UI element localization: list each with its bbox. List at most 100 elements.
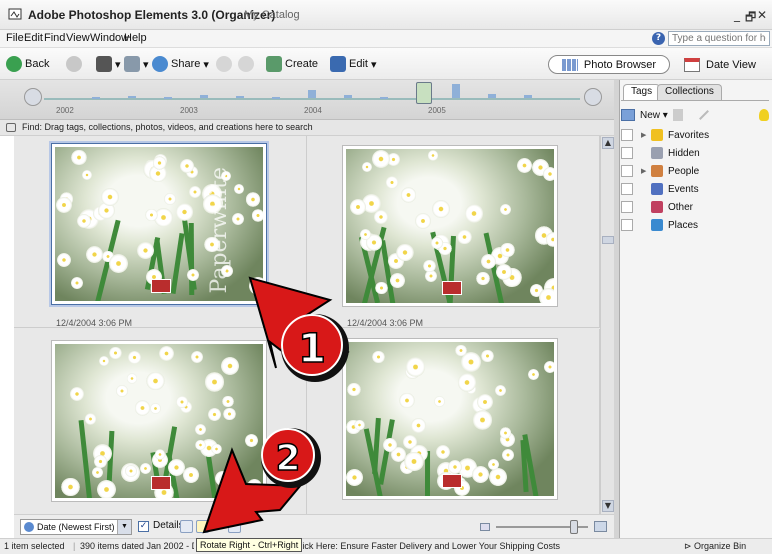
forward-arrow-icon bbox=[66, 56, 82, 72]
timeline-left-button[interactable] bbox=[24, 88, 42, 106]
share-icon bbox=[152, 56, 168, 72]
restore-button[interactable]: 🗗 bbox=[745, 8, 756, 29]
tag-row-places[interactable]: Places bbox=[621, 216, 771, 234]
organize-bin-label: Organize Bin bbox=[694, 541, 747, 551]
sort-order-select[interactable]: Date (Newest First) ▼ bbox=[20, 519, 132, 535]
tag-label: Places bbox=[668, 219, 699, 231]
scroll-thumb[interactable] bbox=[602, 236, 614, 244]
large-thumbnail-icon[interactable] bbox=[594, 521, 607, 532]
timeline-right-button[interactable] bbox=[584, 88, 602, 106]
create-button[interactable]: Create bbox=[266, 55, 318, 73]
tag-badge-icon bbox=[442, 474, 462, 488]
rotate-left-toolbar-button[interactable] bbox=[216, 55, 232, 73]
photo-browser-label: Photo Browser bbox=[583, 58, 657, 71]
find-bar[interactable]: Find: Drag tags, collections, photos, vi… bbox=[0, 120, 614, 136]
date-view-button[interactable]: Date View bbox=[684, 55, 770, 74]
delete-tag-icon[interactable] bbox=[672, 109, 683, 121]
tag-checkbox[interactable] bbox=[621, 147, 633, 159]
rotate-left-button[interactable] bbox=[180, 520, 193, 533]
menu-view[interactable]: View bbox=[66, 32, 90, 44]
timeline-bar bbox=[164, 97, 172, 99]
menu-edit[interactable]: Edit bbox=[24, 32, 43, 44]
rotate-right-toolbar-button[interactable] bbox=[238, 55, 254, 73]
timeline-bar bbox=[92, 97, 100, 99]
photo-cell[interactable] bbox=[14, 329, 307, 514]
selection-count: 1 item selected bbox=[4, 541, 65, 551]
back-label: Back bbox=[25, 58, 50, 70]
lightbulb-icon[interactable] bbox=[759, 109, 769, 121]
tag-row-other[interactable]: Other bbox=[621, 198, 771, 216]
tag-checkbox[interactable] bbox=[621, 219, 633, 231]
photo-browser-button[interactable]: Photo Browser bbox=[548, 55, 670, 74]
organize-bin-button[interactable]: ⊳ Organize Bin bbox=[684, 541, 746, 552]
details-checkbox[interactable]: ✓ bbox=[138, 521, 149, 532]
tag-row-people[interactable]: ▶ People bbox=[621, 162, 771, 180]
edit-icon bbox=[330, 56, 346, 72]
forward-button[interactable] bbox=[66, 55, 82, 73]
tag-row-hidden[interactable]: Hidden bbox=[621, 144, 771, 162]
tag-checkbox[interactable] bbox=[621, 129, 633, 141]
timeline-bar bbox=[452, 84, 460, 98]
camera-icon bbox=[96, 56, 112, 72]
tab-collections[interactable]: Collections bbox=[657, 84, 722, 100]
tag-row-events[interactable]: Events bbox=[621, 180, 771, 198]
new-tag-icon bbox=[621, 109, 635, 121]
edit-button[interactable]: Edit ▾ bbox=[330, 55, 377, 73]
tag-checkbox[interactable] bbox=[621, 201, 633, 213]
photo-thumbnail[interactable]: Paperwhite bbox=[52, 144, 266, 304]
photo-cell[interactable] bbox=[307, 329, 600, 514]
photo-cell[interactable]: 12/4/2004 3:06 PM bbox=[307, 136, 600, 328]
menu-file[interactable]: File bbox=[6, 32, 24, 44]
expand-icon[interactable]: ▶ bbox=[641, 167, 651, 175]
date-view-label: Date View bbox=[706, 58, 756, 71]
tag-label: Hidden bbox=[668, 147, 700, 159]
scroll-up-button[interactable]: ▲ bbox=[602, 137, 614, 149]
photo-caption-overlay: Paperwhite bbox=[207, 167, 232, 294]
photo-thumbnail[interactable] bbox=[52, 341, 266, 501]
camera-button[interactable]: ▾ bbox=[96, 55, 121, 73]
sort-label: Date (Newest First) bbox=[37, 522, 115, 532]
find-instructions: Find: Drag tags, collections, photos, vi… bbox=[22, 122, 313, 132]
photo-thumbnail[interactable] bbox=[343, 146, 557, 306]
timeline-year: 2003 bbox=[180, 106, 198, 115]
menu-bar: File Edit Find View Window Help ? bbox=[0, 30, 772, 48]
catalog-name: My Catalog bbox=[244, 9, 300, 21]
panel-splitter[interactable] bbox=[614, 80, 620, 538]
tag-row-favorites[interactable]: ▶ Favorites bbox=[621, 126, 771, 144]
minimize-button[interactable]: _ bbox=[734, 8, 740, 22]
small-thumbnail-icon[interactable] bbox=[480, 523, 490, 531]
expand-icon[interactable]: ▶ bbox=[641, 131, 651, 139]
menu-find[interactable]: Find bbox=[44, 32, 65, 44]
zoom-slider-thumb[interactable] bbox=[570, 520, 578, 534]
photo-date: 12/4/2004 3:06 PM bbox=[347, 318, 424, 328]
scroll-down-button[interactable]: ▼ bbox=[602, 500, 614, 512]
items-summary: 390 items dated Jan 2002 - Dec 2004 bbox=[80, 541, 194, 551]
help-search-input[interactable] bbox=[668, 31, 770, 46]
photo-grid-scrollbar[interactable]: ▲ ▼ bbox=[600, 136, 614, 514]
toolbar: Back ▾ ▾ Share ▾ Create Edit ▾ Photo Brows… bbox=[0, 48, 772, 80]
tag-checkbox[interactable] bbox=[621, 183, 633, 195]
tag-checkbox[interactable] bbox=[621, 165, 633, 177]
menu-help[interactable]: Help bbox=[124, 32, 147, 44]
chevron-down-icon: ▼ bbox=[117, 520, 131, 534]
other-icon bbox=[651, 201, 663, 213]
back-button[interactable]: Back bbox=[6, 55, 49, 73]
timeline-slider-thumb[interactable] bbox=[416, 82, 432, 104]
tab-tags[interactable]: Tags bbox=[623, 84, 661, 100]
print-button[interactable]: ▾ bbox=[124, 55, 149, 73]
photo-thumbnail[interactable] bbox=[343, 339, 557, 499]
new-tag-button[interactable]: New ▾ bbox=[640, 110, 668, 121]
tag-label: Other bbox=[668, 201, 694, 213]
promo-link[interactable]: Click Here: Ensure Faster Delivery and L… bbox=[300, 541, 560, 551]
rotate-right-button[interactable] bbox=[196, 520, 209, 533]
close-button[interactable]: ✕ bbox=[757, 8, 767, 22]
timeline[interactable]: 2002 2003 2004 2005 bbox=[0, 80, 614, 120]
photo-cell[interactable]: Paperwhite 12/4/2004 3:06 PM bbox=[14, 136, 307, 328]
single-photo-view-button[interactable] bbox=[228, 520, 241, 533]
photo-date: 12/4/2004 3:06 PM bbox=[56, 318, 133, 328]
edit-tag-icon[interactable] bbox=[698, 110, 709, 120]
rotate-right-icon bbox=[238, 56, 254, 72]
details-label: Details bbox=[153, 520, 184, 531]
share-button[interactable]: Share ▾ bbox=[152, 55, 209, 73]
printer-icon bbox=[124, 56, 140, 72]
